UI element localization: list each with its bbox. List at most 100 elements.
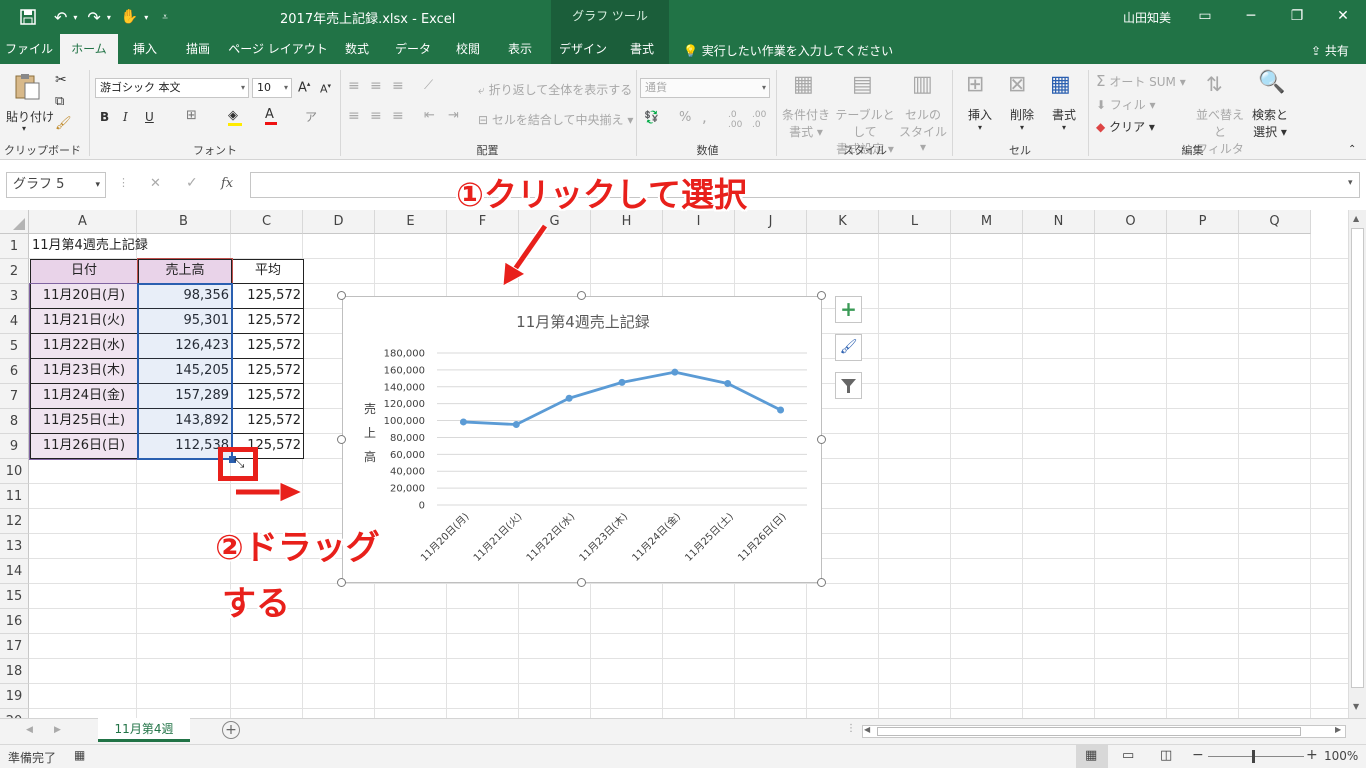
copy-icon[interactable]: ⧉: [55, 94, 64, 109]
header-date[interactable]: 日付: [30, 259, 138, 284]
column-header-a[interactable]: A: [29, 210, 137, 234]
formula-input[interactable]: [250, 172, 1360, 198]
chart-elements-button[interactable]: +: [835, 296, 862, 323]
cell-dates-5[interactable]: 11月22日(水): [30, 334, 138, 359]
next-sheet-icon[interactable]: ▶: [54, 725, 61, 735]
paste-button[interactable]: 貼り付け: [6, 108, 54, 125]
cell-average-7[interactable]: 125,572: [232, 384, 304, 409]
cell-average-5[interactable]: 125,572: [232, 334, 304, 359]
restore-button[interactable]: ❐: [1274, 0, 1320, 34]
chart-resize-handle-left[interactable]: [337, 434, 346, 444]
row-header-16[interactable]: 16: [0, 609, 29, 634]
cell-dates-7[interactable]: 11月24日(金): [30, 384, 138, 409]
font-size-dropdown[interactable]: 10 ▾: [252, 78, 292, 98]
tab-review[interactable]: 校閲: [444, 34, 492, 64]
comma-button[interactable]: ,: [702, 108, 707, 126]
zoom-out-icon[interactable]: −: [1192, 747, 1204, 763]
delete-cells-button[interactable]: 削除 ▾: [1008, 106, 1036, 132]
zoom-level[interactable]: 100%: [1324, 749, 1358, 763]
wrap-text-button[interactable]: ⤶ 折り返して全体を表示する: [478, 81, 632, 98]
paste-icon[interactable]: [12, 72, 42, 102]
conditional-format-button[interactable]: 条件付き 書式 ▾: [782, 106, 830, 140]
vertical-scroll-thumb[interactable]: [1351, 228, 1364, 688]
row-header-10[interactable]: 10: [0, 459, 29, 484]
cell-average-4[interactable]: 125,572: [232, 309, 304, 334]
sheet-tab-active[interactable]: 11月第4週: [98, 718, 190, 742]
zoom-in-icon[interactable]: +: [1306, 747, 1318, 763]
row-header-9[interactable]: 9: [0, 434, 29, 459]
align-center-icon[interactable]: ≡: [370, 108, 382, 124]
italic-button[interactable]: I: [123, 110, 128, 124]
delete-cells-icon[interactable]: ⊠: [1008, 72, 1026, 97]
chart-resize-handle-bottom-right[interactable]: [817, 578, 826, 587]
column-header-l[interactable]: L: [879, 210, 951, 234]
number-format-dropdown[interactable]: 通貨 ▾: [640, 78, 770, 98]
name-box[interactable]: グラフ 5 ▾: [6, 172, 106, 198]
tab-draw[interactable]: 描画: [172, 34, 224, 64]
align-middle-icon[interactable]: ≡: [370, 78, 382, 94]
borders-icon[interactable]: ⊞: [186, 108, 197, 123]
increase-decimal-icon[interactable]: .0.00: [728, 110, 742, 130]
chart-resize-handle-bottom[interactable]: [577, 578, 586, 587]
cell-dates-9[interactable]: 11月26日(日): [30, 434, 138, 459]
tab-file[interactable]: ファイル: [0, 34, 58, 64]
find-select-icon[interactable]: 🔍: [1258, 70, 1285, 95]
column-header-n[interactable]: N: [1023, 210, 1095, 234]
cell-sales-8[interactable]: 143,892: [138, 409, 232, 434]
row-header-20[interactable]: 20: [0, 709, 29, 718]
percent-button[interactable]: %: [679, 110, 691, 125]
decrease-indent-icon[interactable]: ⇤: [424, 108, 435, 123]
align-left-icon[interactable]: ≡: [348, 108, 360, 124]
cell-a1[interactable]: 11月第4週売上記録: [29, 234, 229, 259]
zoom-slider[interactable]: [1208, 756, 1304, 757]
orientation-icon[interactable]: ⟋: [424, 78, 433, 93]
chart-resize-handle-top-left[interactable]: [337, 291, 346, 300]
column-header-c[interactable]: C: [231, 210, 303, 234]
tab-data[interactable]: データ: [384, 34, 442, 64]
align-top-icon[interactable]: ≡: [348, 78, 360, 94]
find-select-button[interactable]: 検索と 選択 ▾: [1250, 106, 1290, 140]
column-header-e[interactable]: E: [375, 210, 447, 234]
merge-center-button[interactable]: ⊟ セルを結合して中央揃え ▾: [478, 111, 633, 128]
insert-cells-icon[interactable]: ⊞: [966, 72, 984, 97]
column-header-m[interactable]: M: [951, 210, 1023, 234]
sort-filter-icon[interactable]: ⇅: [1206, 72, 1223, 96]
chart-resize-handle-top[interactable]: [577, 291, 586, 300]
collapse-ribbon-icon[interactable]: ⌃: [1348, 144, 1356, 155]
format-cells-button[interactable]: 書式 ▾: [1050, 106, 1078, 132]
cell-dates-6[interactable]: 11月23日(木): [30, 359, 138, 384]
cell-sales-5[interactable]: 126,423: [138, 334, 232, 359]
row-header-13[interactable]: 13: [0, 534, 29, 559]
save-icon[interactable]: [20, 9, 36, 25]
horizontal-scrollbar[interactable]: ◀ ▶: [862, 725, 1346, 738]
zoom-slider-thumb[interactable]: [1252, 750, 1255, 763]
normal-view-icon[interactable]: ▦: [1085, 748, 1097, 763]
cell-average-6[interactable]: 125,572: [232, 359, 304, 384]
row-header-7[interactable]: 7: [0, 384, 29, 409]
row-header-8[interactable]: 8: [0, 409, 29, 434]
enter-formula-icon[interactable]: ✓: [186, 175, 198, 191]
clear-button[interactable]: ◆ クリア ▾: [1096, 118, 1155, 135]
cancel-formula-icon[interactable]: ✕: [150, 176, 161, 191]
increase-font-icon[interactable]: A▴: [298, 80, 310, 95]
chart-resize-handle-right[interactable]: [817, 434, 826, 444]
row-header-15[interactable]: 15: [0, 584, 29, 609]
insert-cells-button[interactable]: 挿入 ▾: [966, 106, 994, 132]
ribbon-display-options-icon[interactable]: ▭: [1182, 0, 1228, 34]
chart-resize-handle-top-right[interactable]: [817, 291, 826, 300]
underline-button[interactable]: U: [145, 110, 154, 124]
row-header-18[interactable]: 18: [0, 659, 29, 684]
horizontal-scroll-thumb[interactable]: [877, 727, 1301, 736]
tab-design[interactable]: デザイン: [553, 34, 613, 64]
chart-styles-button[interactable]: 🖌: [835, 334, 862, 361]
bold-button[interactable]: B: [100, 110, 109, 124]
phonetic-icon[interactable]: ア: [305, 108, 317, 125]
header-average[interactable]: 平均: [232, 259, 304, 284]
tab-home[interactable]: ホーム: [60, 34, 118, 64]
format-as-table-icon[interactable]: ▤: [852, 72, 873, 97]
cell-average-8[interactable]: 125,572: [232, 409, 304, 434]
row-header-14[interactable]: 14: [0, 559, 29, 584]
share-button[interactable]: ⇪ 共有: [1311, 42, 1349, 59]
row-header-12[interactable]: 12: [0, 509, 29, 534]
cell-sales-4[interactable]: 95,301: [138, 309, 232, 334]
